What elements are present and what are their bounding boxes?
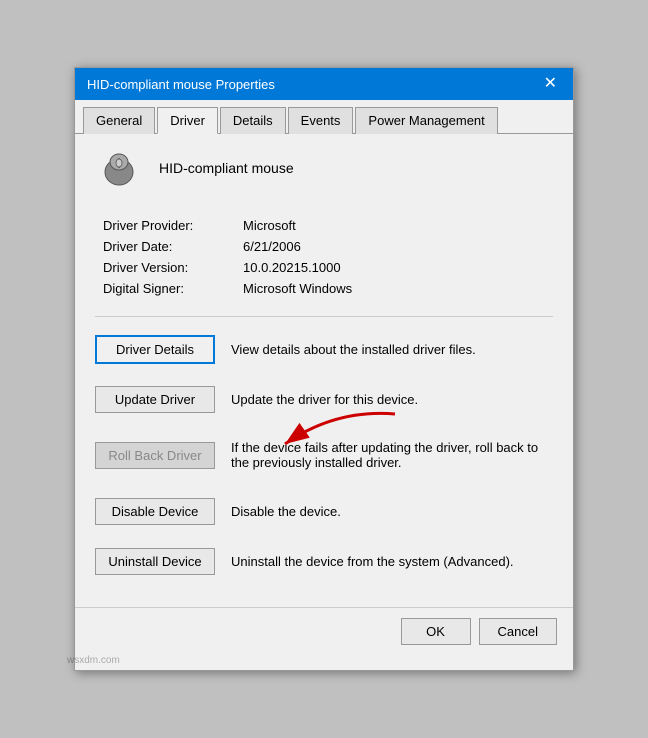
provider-value: Microsoft: [243, 218, 296, 233]
tab-events[interactable]: Events: [288, 107, 354, 134]
close-button[interactable]: ✕: [540, 76, 561, 92]
date-label: Driver Date:: [103, 239, 243, 254]
disable-description: Disable the device.: [231, 504, 553, 519]
driver-info: Driver Provider: Microsoft Driver Date: …: [95, 218, 553, 296]
action-row-update-driver: Update Driver Update the driver for this…: [95, 379, 553, 419]
dialog-title: HID-compliant mouse Properties: [87, 77, 275, 92]
rollback-driver-button[interactable]: Roll Back Driver: [95, 442, 215, 469]
update-driver-button[interactable]: Update Driver: [95, 386, 215, 413]
action-row-rollback: Roll Back Driver If the device fails aft…: [95, 429, 553, 481]
tab-general[interactable]: General: [83, 107, 155, 134]
title-bar: HID-compliant mouse Properties ✕: [75, 68, 573, 100]
action-row-disable: Disable Device Disable the device.: [95, 491, 553, 531]
device-header: HID-compliant mouse: [95, 150, 553, 198]
driver-details-description: View details about the installed driver …: [231, 342, 553, 357]
uninstall-device-button[interactable]: Uninstall Device: [95, 548, 215, 575]
update-driver-description: Update the driver for this device.: [231, 392, 553, 407]
date-row: Driver Date: 6/21/2006: [103, 239, 553, 254]
version-row: Driver Version: 10.0.20215.1000: [103, 260, 553, 275]
provider-label: Driver Provider:: [103, 218, 243, 233]
signer-value: Microsoft Windows: [243, 281, 352, 296]
actions-section: Driver Details View details about the in…: [95, 329, 553, 581]
watermark: wsxdm.com: [67, 655, 120, 666]
dialog-footer: OK Cancel: [75, 607, 573, 655]
tab-strip: General Driver Details Events Power Mana…: [75, 100, 573, 134]
date-value: 6/21/2006: [243, 239, 301, 254]
device-name: HID-compliant mouse: [159, 160, 294, 176]
tab-power-management[interactable]: Power Management: [355, 107, 497, 134]
tab-content: HID-compliant mouse Driver Provider: Mic…: [75, 134, 573, 607]
tab-driver[interactable]: Driver: [157, 107, 218, 134]
disable-device-button[interactable]: Disable Device: [95, 498, 215, 525]
action-row-driver-details: Driver Details View details about the in…: [95, 329, 553, 369]
tab-details[interactable]: Details: [220, 107, 286, 134]
signer-label: Digital Signer:: [103, 281, 243, 296]
uninstall-description: Uninstall the device from the system (Ad…: [231, 554, 553, 569]
cancel-button[interactable]: Cancel: [479, 618, 557, 645]
driver-details-button[interactable]: Driver Details: [95, 335, 215, 364]
action-row-uninstall: Uninstall Device Uninstall the device fr…: [95, 541, 553, 581]
version-value: 10.0.20215.1000: [243, 260, 341, 275]
provider-row: Driver Provider: Microsoft: [103, 218, 553, 233]
divider: [95, 316, 553, 317]
mouse-icon: [95, 150, 143, 186]
ok-button[interactable]: OK: [401, 618, 471, 645]
rollback-description: If the device fails after updating the d…: [231, 440, 553, 470]
version-label: Driver Version:: [103, 260, 243, 275]
signer-row: Digital Signer: Microsoft Windows: [103, 281, 553, 296]
dialog-window: HID-compliant mouse Properties ✕ General…: [74, 67, 574, 671]
